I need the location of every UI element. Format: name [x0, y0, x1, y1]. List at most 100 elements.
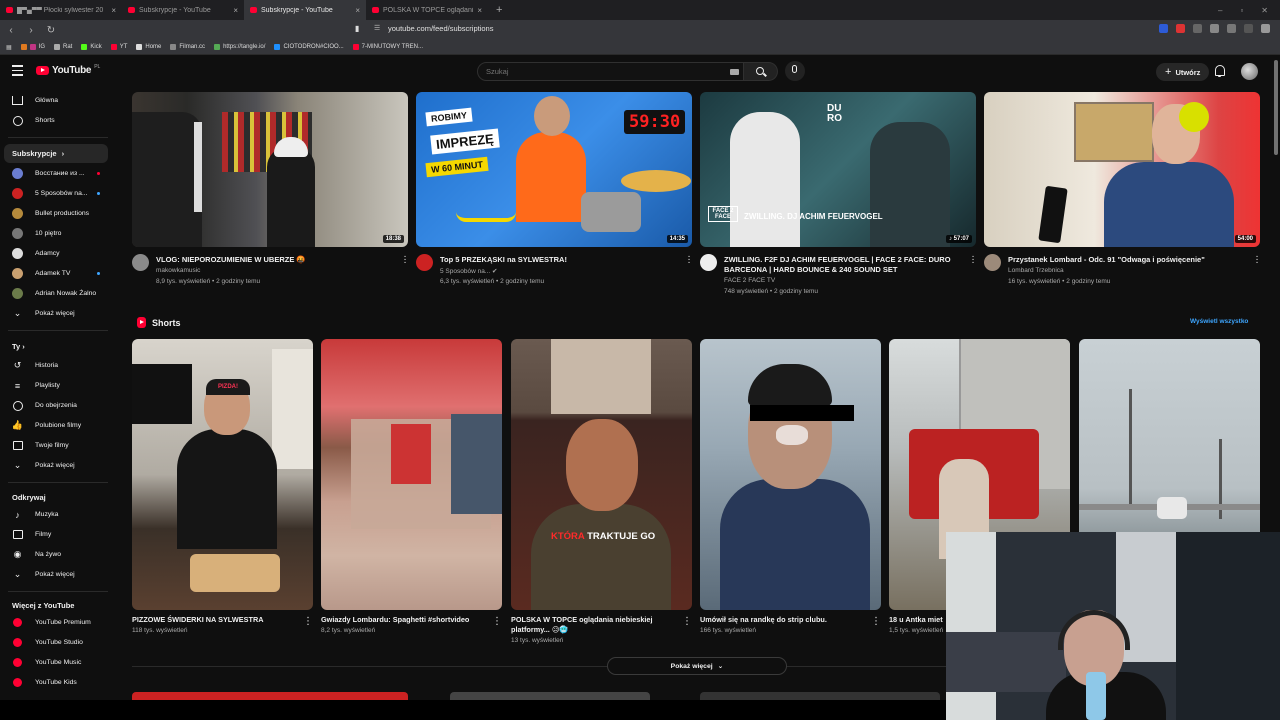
site-info-icon[interactable]: ☰	[374, 24, 380, 32]
video-title[interactable]: Przystanek Lombard - Odc. 91 "Odwaga i p…	[1008, 255, 1244, 265]
short-thumbnail[interactable]	[321, 339, 502, 610]
browser-tab-2[interactable]: Subskrypcje - YouTube ×	[122, 0, 244, 20]
bookmark-item[interactable]: Rat	[54, 44, 72, 50]
sidebar-channel[interactable]: Adamcy	[4, 244, 108, 263]
extension-icon[interactable]	[1176, 24, 1185, 33]
reload-icon[interactable]: ↻	[46, 25, 56, 36]
channel-name[interactable]: Lombard Trzebnica	[1008, 267, 1064, 274]
sidebar-item-premium[interactable]: YouTube Premium	[4, 613, 108, 632]
more-options-icon[interactable]: · · ·	[1254, 252, 1260, 268]
hamburger-menu-icon[interactable]	[12, 65, 23, 76]
video-card[interactable]: ROBIMY IMPREZĘ W 60 MINUT 59:30 14:35 To…	[416, 92, 692, 285]
close-window-icon[interactable]: ✕	[1261, 6, 1268, 15]
search-button[interactable]	[744, 62, 778, 81]
notifications-bell-icon[interactable]	[1214, 65, 1225, 77]
video-thumbnail[interactable]: DU RO FACE 2 FACE ZWILLING. DJ ACHIM FEU…	[700, 92, 976, 247]
sidebar-channel[interactable]: 5 Sposobów na...	[4, 184, 108, 203]
channel-avatar[interactable]	[700, 254, 717, 271]
sidebar-item-movies[interactable]: Filmy	[4, 525, 108, 544]
sidebar-channel[interactable]: Bullet productions	[4, 204, 108, 223]
sidebar-item-music-app[interactable]: YouTube Music	[4, 653, 108, 672]
video-title[interactable]: VLOG: NIEPOROZUMIENIE W UBERZE 🤬	[156, 255, 392, 265]
browser-tab-4[interactable]: POLSKA W TOPCE oglądania niebie×	[366, 0, 488, 20]
browser-tab-3-active[interactable]: Subskrypcje - YouTube ×	[244, 0, 366, 20]
search-input[interactable]	[486, 67, 716, 76]
next-video-thumbnail-peek[interactable]	[132, 692, 408, 700]
short-title[interactable]: PIZZOWE ŚWIDERKI NA SYLWESTRA	[132, 615, 297, 625]
short-card[interactable]: PIZDA! PIZZOWE ŚWIDERKI NA SYLWESTRA 118…	[132, 339, 313, 634]
sidebar-icon[interactable]	[1227, 24, 1236, 33]
channel-name[interactable]: 5 Sposobów na... ✔	[440, 267, 497, 275]
tab-close-icon[interactable]: ×	[355, 6, 360, 15]
bookmark-item[interactable]: YT	[110, 44, 127, 50]
url-field[interactable]: youtube.com/feed/subscriptions	[388, 24, 493, 33]
bookmark-item[interactable]: IG	[20, 44, 45, 50]
minimize-icon[interactable]: –	[1218, 6, 1222, 15]
channel-name[interactable]: makowkamusic	[156, 267, 200, 274]
more-options-icon[interactable]: ⋮	[492, 616, 502, 627]
video-card[interactable]: 54:00 Przystanek Lombard - Odc. 91 "Odwa…	[984, 92, 1260, 285]
video-title[interactable]: ZWILLING. F2F DJ ACHIM FEUERVOGEL | FACE…	[724, 255, 960, 275]
bookmark-item[interactable]: Home	[136, 44, 161, 50]
short-title[interactable]: Gwiazdy Lombardu: Spaghetti #shortvideo	[321, 615, 486, 625]
sidebar-item-watch-later[interactable]: Do obejrzenia	[4, 396, 108, 415]
sidebar-show-more[interactable]: ⌄ Pokaż więcej	[4, 565, 108, 584]
short-card[interactable]: Umówił się na randkę do strip clubu. 166…	[700, 339, 881, 634]
menu-icon[interactable]	[1261, 24, 1270, 33]
channel-name[interactable]: FACE 2 FACE TV	[724, 277, 775, 284]
new-tab-icon[interactable]: +	[488, 4, 510, 16]
more-options-icon[interactable]: · · ·	[686, 252, 692, 268]
next-video-thumbnail-peek[interactable]	[450, 692, 650, 700]
apps-icon[interactable]: ▦	[6, 44, 12, 51]
keyboard-icon[interactable]	[730, 69, 739, 75]
next-video-thumbnail-peek[interactable]	[700, 692, 940, 700]
back-icon[interactable]: ‹	[6, 25, 16, 36]
bookmark-icon[interactable]: ▮	[355, 24, 359, 33]
wallet-icon[interactable]	[1244, 24, 1253, 33]
tab-close-icon[interactable]: ×	[233, 6, 238, 15]
sidebar-you-heading[interactable]: Ty ›	[12, 342, 25, 351]
more-options-icon[interactable]: ⋮	[303, 616, 313, 627]
page-scrollbar[interactable]	[1274, 60, 1278, 155]
sidebar-item-music[interactable]: ♪ Muzyka	[4, 505, 108, 524]
more-options-icon[interactable]: ⋮	[682, 616, 692, 627]
sidebar-show-more[interactable]: ⌄ Pokaż więcej	[4, 456, 108, 475]
short-card[interactable]: KTÓRA TRAKTUJE GO POLSKA W TOPCE oglądan…	[511, 339, 692, 644]
sidebar-item-history[interactable]: ↺ Historia	[4, 356, 108, 375]
sidebar-show-more[interactable]: ⌄ Pokaż więcej	[4, 304, 108, 323]
sidebar-channel[interactable]: 10 piętro	[4, 224, 108, 243]
extension-icon[interactable]	[1159, 24, 1168, 33]
sidebar-item-live[interactable]: ◉ Na żywo	[4, 545, 108, 564]
short-thumbnail[interactable]: KTÓRA TRAKTUJE GO	[511, 339, 692, 610]
sidebar-item-home[interactable]: Główna	[4, 91, 108, 110]
tab-close-icon[interactable]: ×	[111, 6, 116, 15]
extension-icon[interactable]	[1193, 24, 1202, 33]
puzzle-icon[interactable]	[1210, 24, 1219, 33]
more-options-icon[interactable]: · · ·	[402, 252, 408, 268]
short-thumbnail[interactable]: PIZDA!	[132, 339, 313, 610]
video-card[interactable]: DU RO FACE 2 FACE ZWILLING. DJ ACHIM FEU…	[700, 92, 976, 295]
sidebar-item-kids[interactable]: YouTube Kids	[4, 673, 108, 692]
maximize-icon[interactable]: ▫	[1240, 6, 1243, 15]
short-title[interactable]: Umówił się na randkę do strip clubu.	[700, 615, 865, 625]
sidebar-item-liked[interactable]: 👍 Polubione filmy	[4, 416, 108, 435]
channel-avatar[interactable]	[984, 254, 1001, 271]
tab-close-icon[interactable]: ×	[477, 6, 482, 15]
bookmark-item[interactable]: Filman.cc	[170, 44, 205, 50]
sidebar-item-your-videos[interactable]: Twoje filmy	[4, 436, 108, 455]
channel-avatar[interactable]	[132, 254, 149, 271]
more-options-icon[interactable]: · · ·	[970, 252, 976, 268]
shorts-show-more-button[interactable]: Pokaż więcej ⌄	[607, 657, 787, 675]
video-card[interactable]: 18:38 VLOG: NIEPOROZUMIENIE W UBERZE 🤬 m…	[132, 92, 408, 285]
account-avatar[interactable]	[1241, 63, 1258, 80]
sidebar-item-playlists[interactable]: ≡ Playlisty	[4, 376, 108, 395]
bookmark-item[interactable]: Kick	[81, 44, 102, 50]
sidebar-item-shorts[interactable]: Shorts	[4, 111, 108, 130]
bookmark-item[interactable]: CIOTODRON#CIOO...	[274, 44, 344, 50]
short-title[interactable]: POLSKA W TOPCE oglądania niebieskiej pla…	[511, 615, 676, 635]
more-options-icon[interactable]: ⋮	[871, 616, 881, 627]
sidebar-item-studio[interactable]: YouTube Studio	[4, 633, 108, 652]
browser-tab-1[interactable]: █▀▄▀▀ Płocki sylwester 20 ×	[0, 0, 122, 20]
video-thumbnail[interactable]: ROBIMY IMPREZĘ W 60 MINUT 59:30 14:35	[416, 92, 692, 247]
video-thumbnail[interactable]: 54:00	[984, 92, 1260, 247]
